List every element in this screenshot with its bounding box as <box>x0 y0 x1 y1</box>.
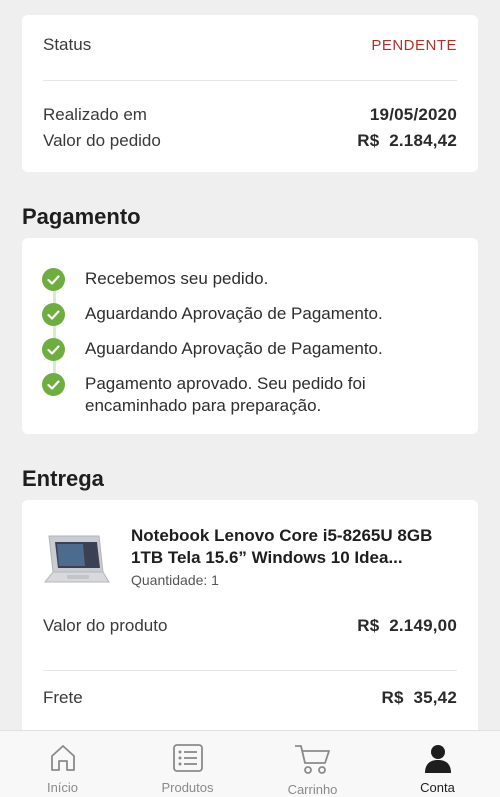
product-image <box>43 528 113 588</box>
shipping-row: Frete R$ 35,42 <box>43 688 457 708</box>
status-badge: PENDENTE <box>371 36 457 54</box>
payment-step: Recebemos seu pedido. <box>42 268 458 291</box>
check-icon <box>42 338 65 361</box>
product-quantity: Quantidade: 1 <box>131 572 219 588</box>
tab-label: Carrinho <box>287 782 338 797</box>
divider <box>43 80 457 81</box>
delivery-card: Notebook Lenovo Core i5-8265U 8GB 1TB Te… <box>22 500 478 740</box>
shipping-value: R$ 35,42 <box>381 688 457 707</box>
tab-carrinho[interactable]: Carrinho <box>250 731 375 797</box>
payment-step-text: Aguardando Aprovação de Pagamento. <box>85 304 383 323</box>
tab-inicio[interactable]: Início <box>0 731 125 797</box>
payment-step-text: Pagamento aprovado. Seu pedido foi encam… <box>85 374 366 415</box>
check-icon <box>42 373 65 396</box>
date-value: 19/05/2020 <box>369 105 457 124</box>
payment-card: Recebemos seu pedido. Aguardando Aprovaç… <box>22 238 478 434</box>
date-label: Realizado em <box>43 105 147 124</box>
home-icon <box>48 743 78 778</box>
tab-produtos[interactable]: Produtos <box>125 731 250 797</box>
payment-step-text: Recebemos seu pedido. <box>85 269 269 288</box>
list-icon <box>172 743 204 778</box>
check-icon <box>42 268 65 291</box>
payment-step: Pagamento aprovado. Seu pedido foi encam… <box>42 373 458 417</box>
status-label: Status <box>43 35 92 54</box>
product-value: R$ 2.149,00 <box>357 616 457 635</box>
user-icon <box>423 743 453 778</box>
tab-label: Início <box>46 780 79 795</box>
steps-connector <box>53 278 56 386</box>
tab-conta[interactable]: Conta <box>375 731 500 797</box>
shipping-label: Frete <box>43 688 83 707</box>
payment-step-text: Aguardando Aprovação de Pagamento. <box>85 339 383 358</box>
payment-step: Aguardando Aprovação de Pagamento. <box>42 303 458 326</box>
product-value-row: Valor do produto R$ 2.149,00 <box>43 616 457 636</box>
delivery-section-title: Entrega <box>22 466 104 491</box>
date-row: Realizado em 19/05/2020 <box>43 105 457 125</box>
cart-icon <box>293 743 333 780</box>
bottom-tab-bar: Início Produtos Carrinho Conta <box>0 730 500 797</box>
status-row: Status PENDENTE <box>43 35 457 55</box>
payment-section-title: Pagamento <box>22 204 141 229</box>
tab-label: Conta <box>420 780 455 795</box>
product-name[interactable]: Notebook Lenovo Core i5-8265U 8GB 1TB Te… <box>131 525 451 569</box>
tab-label: Produtos <box>161 780 214 795</box>
divider <box>43 670 457 671</box>
product-value-label: Valor do produto <box>43 616 168 635</box>
total-label: Valor do pedido <box>43 131 161 150</box>
payment-steps: Recebemos seu pedido. Aguardando Aprovaç… <box>42 268 458 429</box>
payment-step: Aguardando Aprovação de Pagamento. <box>42 338 458 361</box>
order-summary-card: Status PENDENTE Realizado em 19/05/2020 … <box>22 15 478 172</box>
check-icon <box>42 303 65 326</box>
total-value: R$ 2.184,42 <box>357 131 457 150</box>
total-row: Valor do pedido R$ 2.184,42 <box>43 131 457 151</box>
